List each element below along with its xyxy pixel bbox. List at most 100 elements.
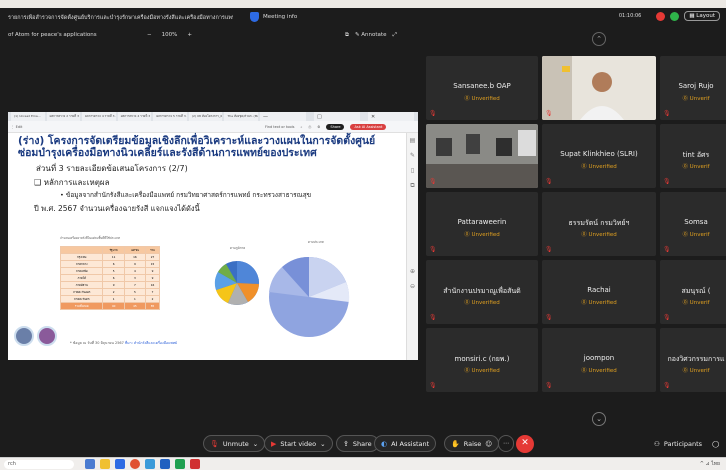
more-options-button[interactable]: ⋯: [498, 435, 514, 452]
browser-tab[interactable]: ผลการตรวจ 5 รายที่ 3 -: [153, 112, 187, 121]
zoom-level: 100%: [161, 32, 178, 38]
end-call-button[interactable]: ✕: [516, 435, 534, 453]
browser-tab[interactable]: ผลการตรวจ 2 รายที่ 3 -: [46, 112, 81, 121]
line-icon[interactable]: [175, 459, 185, 469]
table-cell: รวม: [145, 246, 160, 254]
layout-button[interactable]: ▦ Layout: [684, 11, 720, 21]
zoom-out-button[interactable]: −: [147, 32, 152, 38]
start-video-button[interactable]: ▶ Start video ⌄: [264, 435, 333, 452]
unmute-button[interactable]: 🎙 Unmute ⌄: [203, 435, 266, 452]
pie-region-caption: ตามภูมิภาค: [230, 246, 246, 250]
pop-out-icon[interactable]: ⧉: [345, 32, 349, 39]
table-cell: รัฐบาล: [102, 246, 125, 254]
mic-muted-icon: 🎙: [663, 246, 671, 253]
browser-tab[interactable]: (1) Unread Ema...: [11, 112, 45, 121]
browser-tab[interactable]: ผลการตรวจ 4 รายที่ 3 -: [82, 112, 116, 121]
mic-muted-icon: 🎙: [429, 246, 437, 253]
chevron-up-icon[interactable]: ⌃: [592, 32, 606, 46]
participant-name: ธรรมรัตน์ กรมวิทย์ฯ: [568, 219, 630, 227]
participant-name: กองวิศวกรรมการแ: [667, 355, 725, 363]
file-explorer-icon[interactable]: [100, 459, 110, 469]
table-cell: 16: [123, 253, 147, 261]
security-icon[interactable]: [670, 11, 680, 21]
participant-tile[interactable]: tint อัศร ⓪ Unverif 🎙: [660, 124, 726, 188]
table-cell: 16: [145, 281, 160, 289]
pages-icon[interactable]: ⧉: [410, 182, 414, 190]
participant-tile[interactable]: Pattaraweerin ⓪ Unverified 🎙: [426, 192, 538, 256]
settings-icon[interactable]: ⚙: [317, 125, 320, 129]
search-icon[interactable]: ⌕: [300, 125, 302, 129]
participant-tile[interactable]: กองวิศวกรรมการแ ⓪ Unverif 🎙: [660, 328, 726, 392]
share-button[interactable]: ⇪ Share: [336, 435, 379, 452]
shield-icon: [250, 12, 259, 22]
participant-tile[interactable]: 🎙: [542, 56, 656, 120]
pdf-toolbar-right: Find text or tools ⌕ ⎙ ⚙ Share Ask AI As…: [265, 124, 387, 130]
chevron-down-icon[interactable]: ⌄: [253, 440, 258, 448]
ai-assistant-pdf-button[interactable]: Ask AI Assistant: [350, 124, 387, 130]
participants-button[interactable]: ⚇ Participants ◯: [654, 440, 719, 448]
pdf-app-icon[interactable]: [190, 459, 200, 469]
participant-tile[interactable]: สำนักงานปรมาณูเพื่อสันติ ⓪ Unverified 🎙: [426, 260, 538, 324]
chevron-down-icon[interactable]: ⌄: [592, 412, 606, 426]
slide-bullet-year: ปี พ.ศ. 2567 จำนวนเครื่องฉายรังสี แจกแจง…: [34, 204, 200, 213]
table-cell: ภาคตะวันออก: [59, 288, 104, 296]
close-icon[interactable]: ✕: [368, 112, 415, 121]
raise-hand-button[interactable]: ✋ Raise ☺: [444, 435, 500, 452]
store-icon[interactable]: [115, 459, 125, 469]
unverified-badge: ⓪ Unverified: [581, 232, 617, 238]
taskbar-search[interactable]: rch: [4, 460, 74, 469]
participant-tile[interactable]: monsiri.c (กยพ.) ⓪ Unverified 🎙: [426, 328, 538, 392]
pie-type-caption: ตามประเภท: [308, 240, 324, 244]
titlebar-right: 01:10:06 ▦ Layout: [619, 11, 720, 21]
mic-muted-icon: 🎙: [429, 178, 437, 185]
recording-icon[interactable]: [656, 11, 666, 21]
chat-icon[interactable]: ◯: [712, 440, 719, 448]
annotate-label: Annotate: [361, 32, 387, 38]
comment-icon[interactable]: ▤: [410, 137, 416, 144]
fullscreen-icon[interactable]: ⤢: [392, 32, 396, 39]
table-row: ภาคเหนือ 5 4 9: [59, 267, 160, 275]
zoom-app-icon[interactable]: [160, 459, 170, 469]
share-pdf-button[interactable]: Share: [326, 124, 345, 130]
slide-bullet-principle: ❑ หลักการและเหตุผล: [34, 178, 110, 187]
opera-icon[interactable]: [130, 459, 140, 469]
edge-icon[interactable]: [145, 459, 155, 469]
start-video-label: Start video: [280, 439, 317, 448]
participant-tile[interactable]: Saroj Rujo ⓪ Unverif 🎙: [660, 56, 726, 120]
browser-tab[interactable]: The ห้องชุด/ส่วนก. (Map): [224, 112, 259, 121]
table-cell: 11: [102, 253, 125, 261]
zoom-page-icon[interactable]: ⊕: [410, 268, 415, 275]
taskview-icon[interactable]: [85, 459, 95, 469]
participant-tile[interactable]: Supat Klinkhieo (SLRI) ⓪ Unverified 🎙: [542, 124, 656, 188]
participant-tile[interactable]: สมนุรณ์ (⓪ Unverif 🎙: [660, 260, 726, 324]
highlight-icon[interactable]: ✎: [410, 152, 415, 159]
reactions-icon[interactable]: ☺: [485, 440, 492, 448]
participant-tile[interactable]: Somsa ⓪ Unverif 🎙: [660, 192, 726, 256]
table-cell: 4: [123, 267, 147, 275]
footnote-link[interactable]: ที่มา: สำนักรังสีและเครื่องมือแพทย์: [125, 341, 177, 345]
zoom-in-button[interactable]: +: [187, 32, 192, 38]
participant-tile[interactable]: Rachai ⓪ Unverified 🎙: [542, 260, 656, 324]
find-tools[interactable]: Find text or tools: [265, 125, 294, 129]
bookmark-icon[interactable]: ▯: [411, 167, 414, 174]
print-icon[interactable]: ⎙: [308, 125, 311, 129]
participant-tile[interactable]: 🎙: [426, 124, 538, 188]
participant-tile[interactable]: ธรรมรัตน์ กรมวิทย์ฯ ⓪ Unverified 🎙: [542, 192, 656, 256]
zoom-out-page-icon[interactable]: ⊖: [410, 283, 415, 290]
annotate-button[interactable]: ✎ Annotate: [355, 32, 387, 39]
meeting-info[interactable]: Meeting info: [250, 12, 297, 22]
ai-assistant-icon: ◐: [381, 439, 388, 448]
table-cell: เอกชน: [123, 246, 147, 254]
participant-tile[interactable]: joompon ⓪ Unverified 🎙: [542, 328, 656, 392]
table-cell: ภาคใต้: [59, 274, 104, 282]
participant-tile[interactable]: Sansanee.b OAP ⓪ Unverified 🎙: [426, 56, 538, 120]
minimize-icon[interactable]: —: [260, 112, 307, 121]
ai-assistant-button[interactable]: ◐ AI Assistant: [374, 435, 437, 452]
edit-menu[interactable]: ⋮ Edit: [11, 125, 22, 129]
table-cell: 27: [145, 253, 160, 261]
table-cell: 45: [123, 302, 147, 310]
maximize-icon[interactable]: □: [314, 112, 361, 121]
browser-tab[interactable]: ผลการตรวจ 4 รายที่ 3 -: [117, 112, 152, 121]
chevron-down-icon[interactable]: ⌄: [320, 440, 325, 448]
browser-tab[interactable]: (2) 08 ห้องโครงการ_0_final: [188, 112, 223, 121]
